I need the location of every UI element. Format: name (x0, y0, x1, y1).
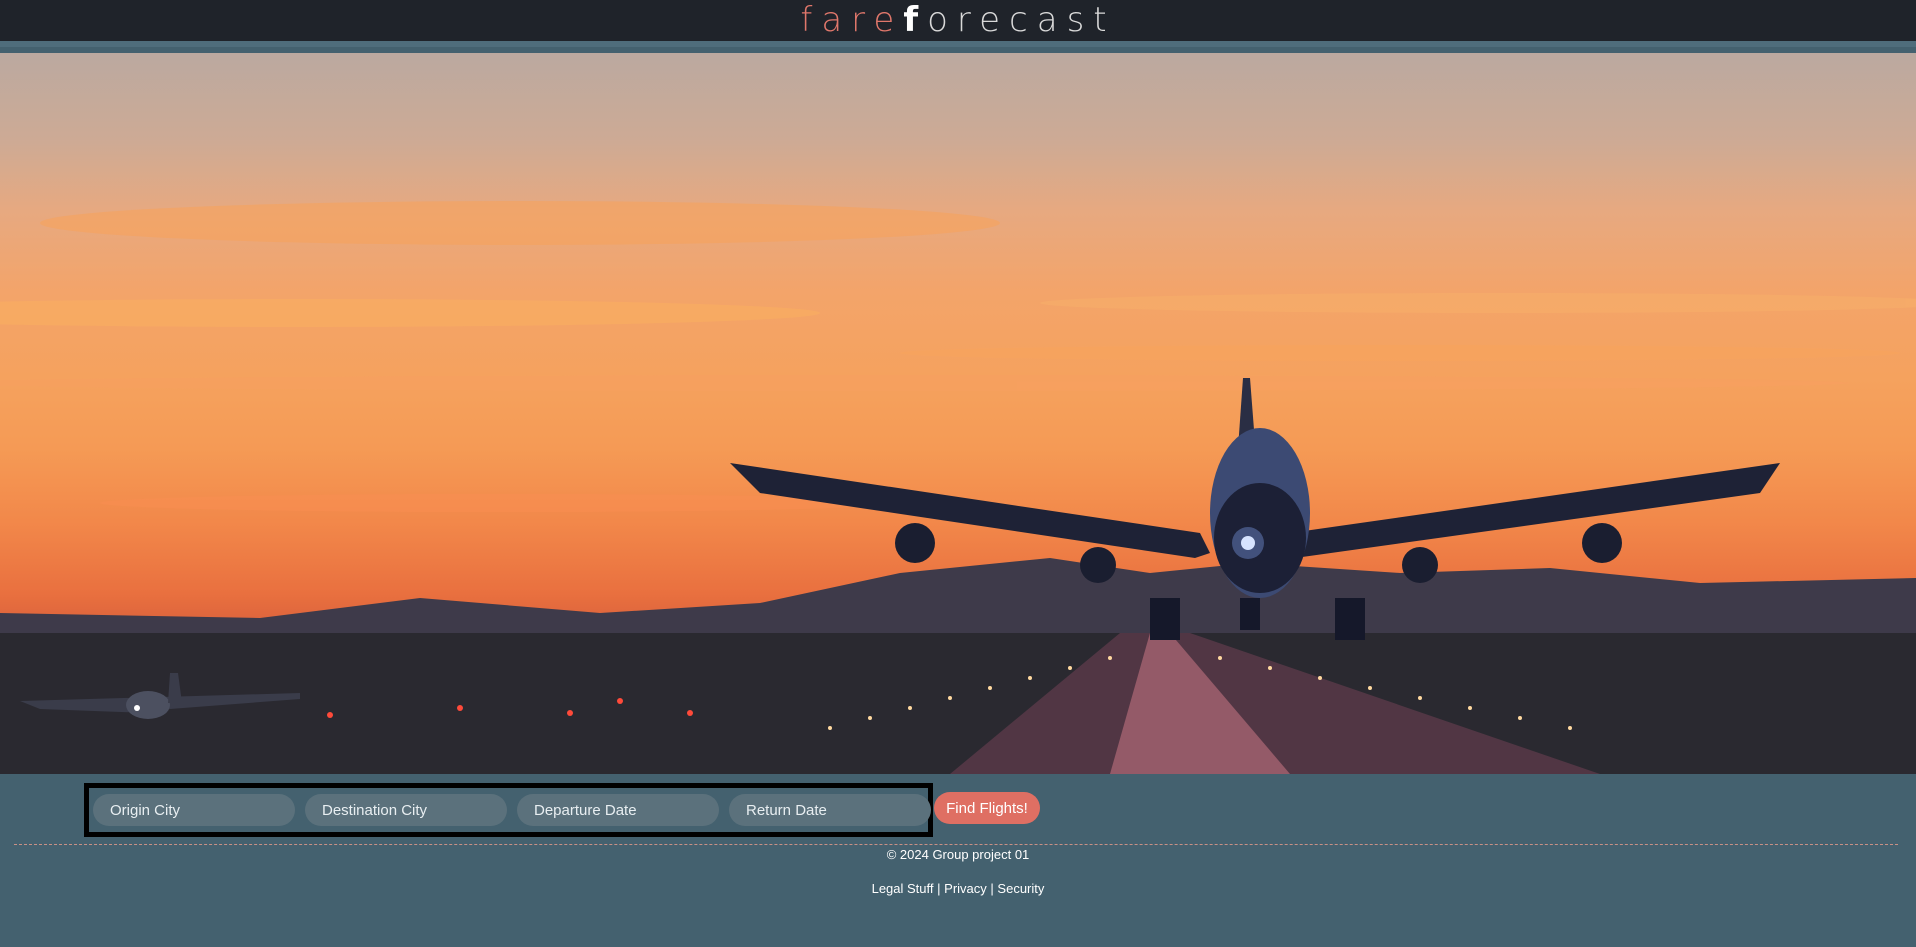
airplane-sunset-illustration (0, 201, 1916, 774)
find-flights-button[interactable]: Find Flights! (934, 792, 1040, 824)
flight-search-form (84, 783, 933, 837)
privacy-link[interactable]: Privacy (944, 881, 987, 896)
footer-links: Legal Stuff | Privacy | Security (0, 881, 1916, 897)
destination-city-input[interactable] (305, 794, 507, 826)
security-link[interactable]: Security (997, 881, 1044, 896)
link-separator: | (990, 881, 994, 896)
footer-divider (14, 844, 1898, 845)
runway-ground (0, 633, 1916, 774)
site-header: fareforecast (0, 0, 1916, 47)
hero-image (0, 53, 1916, 774)
legal-link[interactable]: Legal Stuff (872, 881, 934, 896)
link-separator: | (937, 881, 941, 896)
site-logo[interactable]: fareforecast (800, 0, 1115, 40)
clouds (0, 201, 1916, 512)
logo-orecast-text: orecast (927, 0, 1116, 40)
copyright-text: © 2024 Group project 01 (886, 847, 1030, 862)
logo-f-text: f (903, 0, 928, 40)
departure-date-input[interactable] (517, 794, 719, 826)
return-date-input[interactable] (729, 794, 931, 826)
logo-fare-text: fare (800, 0, 904, 40)
origin-city-input[interactable] (93, 794, 295, 826)
